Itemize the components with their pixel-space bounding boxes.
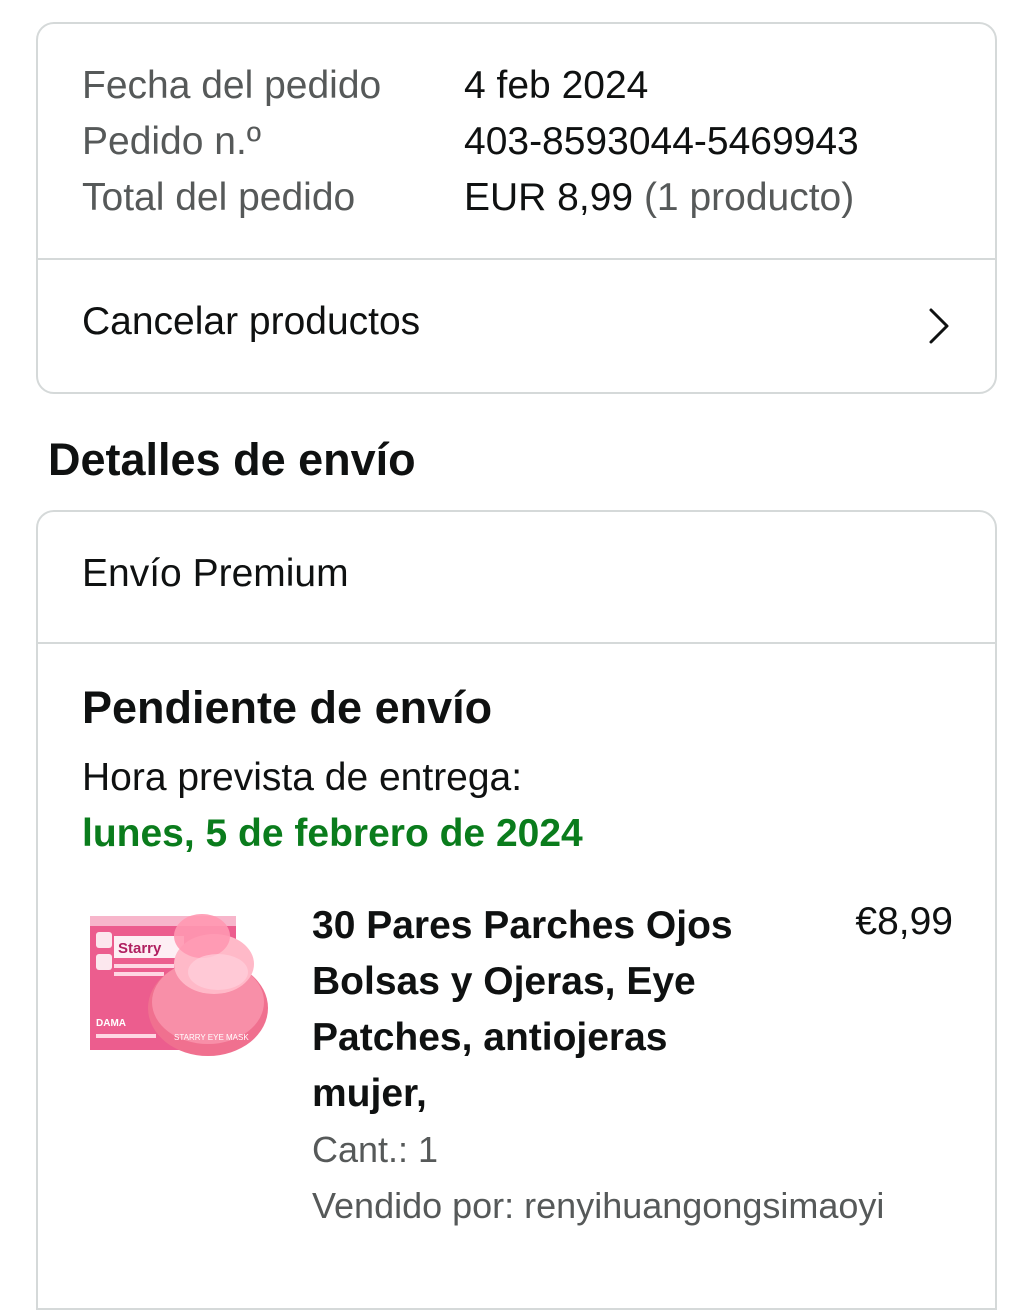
divider [38, 642, 995, 644]
order-total-label: Total del pedido [82, 176, 356, 219]
product-jar-label: STARRY EYE MASK [174, 1033, 249, 1042]
cancel-products-button[interactable]: Cancelar productos [38, 260, 995, 394]
delivery-eta-label: Hora prevista de entrega: [82, 756, 523, 799]
cancel-products-label: Cancelar productos [82, 300, 421, 343]
product-price: €8,99 [855, 900, 953, 943]
order-total-count: (1 producto) [643, 176, 855, 219]
order-total-value: EUR 8,99 (1 producto) [464, 174, 854, 222]
delivery-eta-date: lunes, 5 de febrero de 2024 [82, 812, 583, 855]
product-box-brand: Starry [118, 940, 162, 957]
order-date-label: Fecha del pedido [82, 64, 382, 107]
order-total-amount: EUR 8,99 [464, 176, 634, 219]
order-number-value: 403-8593044-5469943 [464, 120, 859, 163]
order-date-value: 4 feb 2024 [464, 64, 649, 107]
order-number-label: Pedido n.º [82, 120, 262, 163]
shipping-method: Envío Premium [82, 552, 349, 595]
product-image[interactable]: Starry DAMA STARRY EYE MASK [86, 902, 272, 1062]
shipment-card: Envío Premium Pendiente de envío Hora pr… [36, 510, 997, 1310]
product-seller: Vendido por: renyihuangongsimaoyi [312, 1185, 885, 1226]
product-box-label: DAMA [96, 1018, 126, 1029]
shipment-status: Pendiente de envío [82, 682, 493, 733]
chevron-right-icon [929, 308, 949, 344]
shipping-details-title: Detalles de envío [48, 434, 416, 485]
order-summary-card: Fecha del pedido 4 feb 2024 Pedido n.º 4… [36, 22, 997, 394]
product-quantity: Cant.: 1 [312, 1129, 439, 1170]
product-title-link[interactable]: 30 Pares Parches Ojos Bolsas y Ojeras, E… [312, 898, 772, 1122]
